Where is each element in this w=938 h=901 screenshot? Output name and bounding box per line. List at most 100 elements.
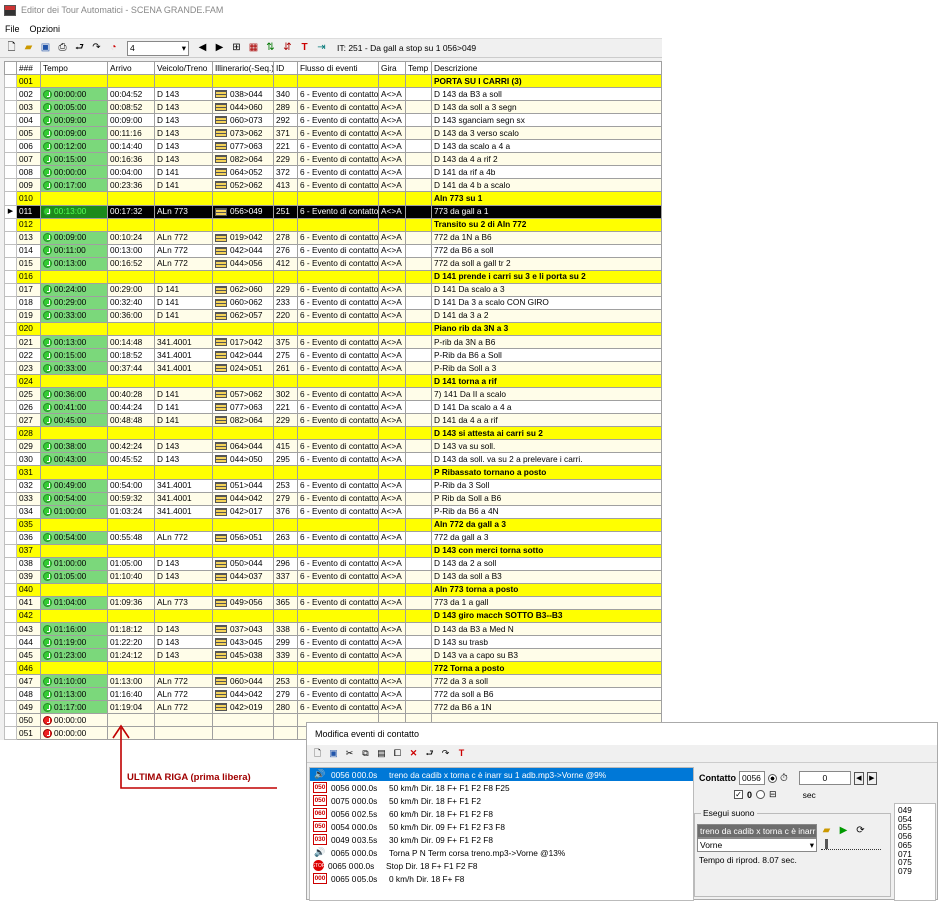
distance-radio[interactable] — [756, 790, 766, 799]
section-title[interactable]: Piano rib da 3N a 3 — [431, 321, 662, 336]
temp-cell[interactable] — [405, 334, 432, 350]
enable-checkbox[interactable]: ✓ — [734, 790, 743, 799]
event-row[interactable]: 060 0056 0 02.5s 60 km/h Dir. 18 F+ F1 F2 F… — [310, 807, 693, 820]
duplicate-icon[interactable]: ⧠ — [391, 747, 404, 760]
gira-cell[interactable]: A<>A — [378, 556, 406, 571]
gira-cell[interactable]: A<>A — [378, 530, 406, 545]
temp-cell[interactable] — [405, 113, 432, 128]
copy-icon[interactable]: ⧉ — [359, 747, 372, 760]
gira-cell[interactable]: A<>A — [378, 387, 406, 402]
section-title[interactable]: D 143 si attesta ai carri su 2 — [431, 426, 662, 441]
section-title[interactable]: D 141 torna a rif — [431, 374, 662, 389]
save-icon[interactable]: ▣ — [327, 747, 340, 760]
temp-cell[interactable] — [405, 595, 432, 610]
temp-cell[interactable] — [405, 700, 432, 715]
description-cell[interactable]: 773 da gall a 1 — [431, 204, 662, 219]
temp-cell[interactable] — [405, 126, 432, 141]
temp-cell[interactable] — [405, 152, 432, 167]
description-cell[interactable]: 772 da soll a gall tr 2 — [431, 256, 662, 271]
arrow-right-icon[interactable]: ▶ — [866, 771, 877, 785]
event-row[interactable]: 050 0075 0 00.0s 50 km/h Dir. 18 F+ F1 F2 — [310, 794, 693, 807]
section-title[interactable]: Aln 773 torna a posto — [431, 582, 662, 597]
gira-cell[interactable]: A<>A — [378, 400, 406, 415]
open-folder-icon[interactable]: ▰ — [819, 823, 834, 838]
event-row[interactable]: 🔊 0056 0 00.0s treno da cadib x torna c è i… — [310, 768, 693, 781]
description-cell[interactable]: D 141 da 4 b a scalo — [431, 178, 662, 193]
gira-cell[interactable]: A<>A — [378, 230, 406, 245]
description-cell[interactable]: D 141 da rif a 4b — [431, 165, 662, 180]
description-cell[interactable]: P-Rib da B6 a Soll — [431, 348, 662, 363]
gira-cell[interactable]: A<>A — [378, 595, 406, 610]
temp-cell[interactable] — [405, 256, 432, 271]
gira-cell[interactable]: A<>A — [378, 491, 406, 506]
speaker-select[interactable]: Vorne ▾ — [697, 838, 817, 852]
volume-slider[interactable] — [821, 839, 881, 850]
temp-cell[interactable] — [405, 400, 432, 415]
gira-cell[interactable]: A<>A — [378, 452, 406, 467]
event-list[interactable]: 🔊 0056 0 00.0s treno da cadib x torna c è i… — [309, 767, 694, 901]
delete-icon[interactable]: ✕ — [407, 747, 420, 760]
new-file-icon[interactable]: 🗋 — [311, 747, 324, 760]
event-row[interactable]: 050 0056 0 00.0s 50 km/h Dir. 18 F+ F1 F2 F… — [310, 781, 693, 794]
section-title[interactable]: D 141 prende i carri su 3 e li porta su … — [431, 269, 662, 284]
description-cell[interactable]: D 143 da B3 a soll — [431, 87, 662, 102]
description-cell[interactable]: D 143 va su soll. — [431, 439, 662, 454]
gira-cell[interactable]: A<>A — [378, 126, 406, 141]
description-cell[interactable]: D 143 da soll a B3 — [431, 569, 662, 584]
temp-cell[interactable] — [405, 622, 432, 637]
col-header[interactable]: Gira — [378, 60, 406, 76]
description-cell[interactable]: 772 da 3 a soll — [431, 674, 662, 689]
undo-icon[interactable]: ⮐ — [423, 747, 436, 760]
description-cell[interactable]: D 143 da 4 a rif 2 — [431, 152, 662, 167]
description-cell[interactable]: D 141 Da 3 a scalo CON GIRO — [431, 295, 662, 310]
section-title[interactable]: Aln 773 su 1 — [431, 191, 662, 206]
description-cell[interactable]: P-Rib da Soll a 3 — [431, 361, 662, 376]
description-cell[interactable]: 772 da gall a 3 — [431, 530, 662, 545]
description-cell[interactable]: 7) 141 Da II a scalo — [431, 387, 662, 402]
section-title[interactable]: PORTA SU I CARRI (3) — [431, 74, 662, 89]
gira-cell[interactable]: A<>A — [378, 139, 406, 154]
temp-cell[interactable] — [405, 204, 432, 219]
gira-cell[interactable]: A<>A — [378, 361, 406, 376]
section-title[interactable]: 772 Torna a posto — [431, 661, 662, 676]
gira-cell[interactable]: A<>A — [378, 622, 406, 637]
temp-cell[interactable] — [405, 178, 432, 193]
text-tool-icon[interactable]: T — [455, 747, 468, 760]
temp-cell[interactable] — [405, 674, 432, 689]
temp-cell[interactable] — [405, 100, 432, 115]
description-cell[interactable]: D 141 da 3 a 2 — [431, 308, 662, 323]
description-cell[interactable]: D 141 Da scalo a 3 — [431, 282, 662, 297]
description-cell[interactable]: P-rib da 3N a B6 — [431, 334, 662, 350]
description-cell[interactable]: P-Rib da B6 a 4N — [431, 504, 662, 519]
description-cell[interactable]: 772 da B6 a soll — [431, 243, 662, 258]
description-cell[interactable]: D 143 su trasb — [431, 635, 662, 650]
section-title[interactable]: D 143 con merci torna sotto — [431, 543, 662, 558]
gira-cell[interactable]: A<>A — [378, 687, 406, 702]
gira-cell[interactable]: A<>A — [378, 204, 406, 219]
temp-cell[interactable] — [405, 556, 432, 571]
gira-cell[interactable]: A<>A — [378, 674, 406, 689]
col-header[interactable]: Descrizione — [431, 60, 662, 76]
temp-cell[interactable] — [405, 569, 432, 584]
temp-cell[interactable] — [405, 348, 432, 363]
section-title[interactable]: P Ribassato tornano a posto — [431, 465, 662, 480]
contact-list-item[interactable]: 079 — [898, 867, 932, 876]
contatto-radio[interactable] — [768, 773, 777, 783]
description-cell[interactable]: 772 da soll a B6 — [431, 687, 662, 702]
gira-cell[interactable]: A<>A — [378, 282, 406, 297]
gira-cell[interactable]: A<>A — [378, 413, 406, 428]
temp-cell[interactable] — [405, 387, 432, 402]
gira-cell[interactable]: A<>A — [378, 348, 406, 363]
section-title[interactable]: Transito su 2 di Aln 772 — [431, 217, 662, 232]
gira-cell[interactable]: A<>A — [378, 152, 406, 167]
temp-cell[interactable] — [405, 530, 432, 545]
col-header[interactable]: Temp — [405, 60, 432, 76]
event-row[interactable]: 000 0065 0 05.0s 0 km/h Dir. 18 F+ F8 — [310, 872, 693, 885]
event-row[interactable]: 050 0054 0 00.0s 50 km/h Dir. 09 F+ F1 F2 F… — [310, 820, 693, 833]
description-cell[interactable]: 772 da B6 a 1N — [431, 700, 662, 715]
temp-cell[interactable] — [405, 687, 432, 702]
delay-input[interactable]: 0 — [798, 771, 851, 785]
description-cell[interactable]: D 141 Da scalo a 4 a — [431, 400, 662, 415]
temp-cell[interactable] — [405, 87, 432, 102]
refresh-icon[interactable]: ⟳ — [853, 823, 868, 838]
